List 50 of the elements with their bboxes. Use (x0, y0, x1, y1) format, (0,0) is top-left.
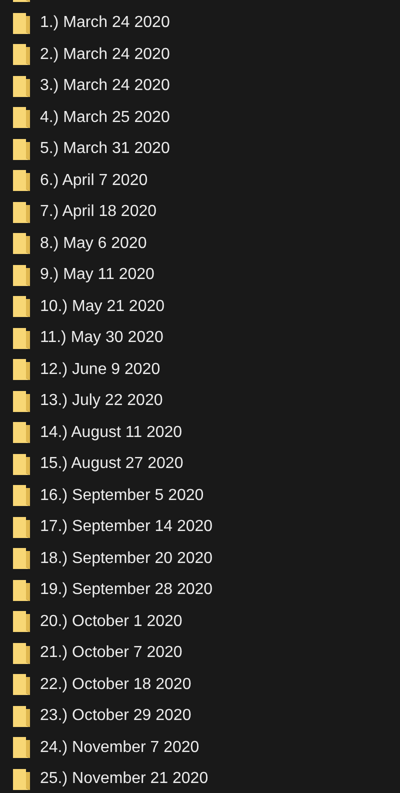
folder-name[interactable]: 8.) May 6 2020 (40, 232, 147, 256)
folder-name[interactable]: 3.) March 24 2020 (40, 74, 170, 98)
folder-icon (12, 610, 31, 634)
folder-icon (12, 326, 31, 350)
folder-icon (12, 74, 31, 98)
folder-icon (12, 484, 31, 508)
folder-icon (12, 200, 31, 224)
folder-name[interactable]: 20.) October 1 2020 (40, 610, 182, 634)
folder-name[interactable]: 14.) August 11 2020 (40, 420, 182, 445)
folder-icon (12, 138, 31, 161)
folder-name[interactable]: 2.) March 24 2020 (40, 42, 170, 67)
folder-icon (12, 736, 31, 760)
folder-icon (12, 578, 31, 602)
folder-name[interactable]: 23.) October 29 2020 (40, 704, 192, 728)
folder-icon (12, 673, 31, 696)
folder-name[interactable]: 12.) June 9 2020 (40, 358, 160, 382)
folder-icon (12, 43, 31, 66)
folder-icon (12, 169, 31, 192)
folder-name[interactable]: 9.) May 11 2020 (40, 263, 154, 288)
folder-name[interactable]: 6.) April 7 2020 (40, 168, 148, 193)
folder-name[interactable]: 13.) July 22 2020 (40, 389, 163, 414)
folder-icon (12, 106, 31, 130)
folder-icon (12, 768, 31, 791)
folder-name[interactable]: 16.) September 5 2020 (40, 484, 204, 508)
folder-name[interactable]: 1.) March 24 2020 (40, 11, 170, 36)
folder-icon (12, 421, 31, 444)
folder-icon (12, 295, 31, 318)
folder-name[interactable]: 18.) September 20 2020 (40, 546, 213, 571)
folder-name[interactable]: 7.) April 18 2020 (40, 200, 157, 224)
folder-icon (12, 704, 31, 728)
folder-name[interactable]: 15.) August 27 2020 (40, 452, 184, 476)
folder-icon (12, 642, 31, 665)
folder-icon (12, 358, 31, 382)
folder-name[interactable]: 24.) November 7 2020 (40, 736, 200, 760)
folder-icon (12, 232, 31, 256)
folder-name[interactable]: 19.) September 28 2020 (40, 578, 213, 602)
folder-icon (12, 547, 31, 570)
folder-name[interactable]: 21.) October 7 2020 (40, 641, 182, 666)
folder-name[interactable]: 5.) March 31 2020 (40, 137, 170, 162)
folder-name[interactable]: 10.) May 21 2020 (40, 294, 165, 319)
folder-name[interactable]: 11.) May 30 2020 (40, 326, 164, 350)
folder-icon (12, 452, 31, 476)
folder-name[interactable]: 17.) September 14 2020 (40, 515, 213, 540)
folder-icon (12, 264, 31, 287)
folder-icon (12, 516, 31, 539)
folder-icon (12, 390, 31, 413)
folder-icon (12, 12, 31, 35)
folder-name[interactable]: 4.) March 25 2020 (40, 106, 170, 130)
folder-name[interactable]: 25.) November 21 2020 (40, 767, 208, 792)
folder-name[interactable]: 22.) October 18 2020 (40, 672, 192, 697)
